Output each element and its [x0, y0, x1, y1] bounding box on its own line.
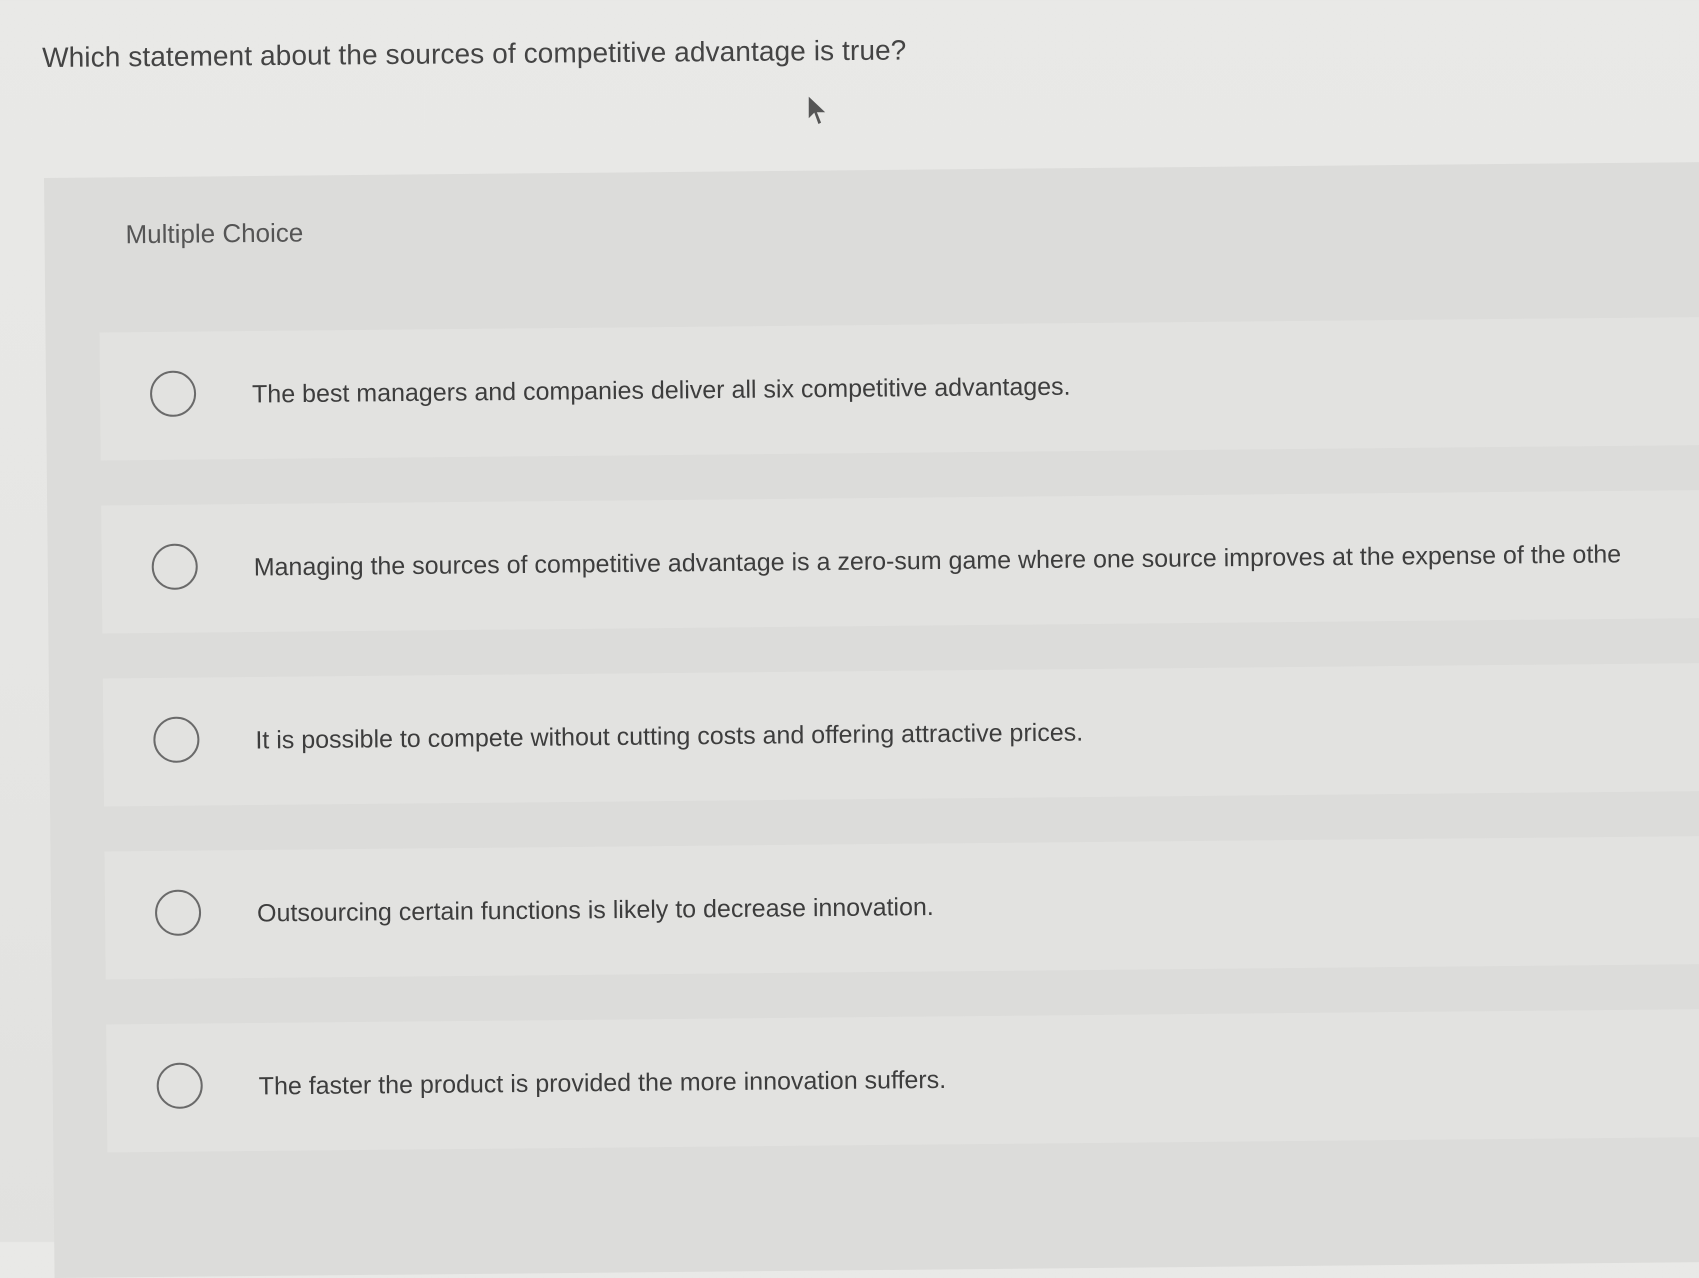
option-3-text: It is possible to compete without cuttin… [255, 718, 1084, 755]
radio-unselected-icon[interactable] [153, 716, 200, 763]
multiple-choice-panel: Multiple Choice The best managers and co… [44, 162, 1699, 1278]
multiple-choice-label: Multiple Choice [125, 217, 304, 250]
option-3[interactable]: It is possible to compete without cuttin… [102, 662, 1699, 807]
option-2[interactable]: Managing the sources of competitive adva… [101, 489, 1699, 634]
radio-unselected-icon[interactable] [151, 543, 198, 590]
option-1-text: The best managers and companies deliver … [251, 372, 1071, 409]
option-4[interactable]: Outsourcing certain functions is likely … [104, 835, 1699, 980]
option-5[interactable]: The faster the product is provided the m… [106, 1008, 1699, 1153]
mouse-pointer-icon [807, 94, 829, 127]
option-5-text: The faster the product is provided the m… [258, 1065, 947, 1101]
radio-unselected-icon[interactable] [149, 370, 197, 417]
option-4-text: Outsourcing certain functions is likely … [256, 892, 934, 928]
option-2-text: Managing the sources of competitive adva… [253, 540, 1622, 582]
radio-unselected-icon[interactable] [154, 889, 202, 936]
option-1[interactable]: The best managers and companies deliver … [99, 316, 1699, 461]
radio-unselected-icon[interactable] [156, 1062, 203, 1109]
question-text: Which statement about the sources of com… [42, 34, 907, 73]
